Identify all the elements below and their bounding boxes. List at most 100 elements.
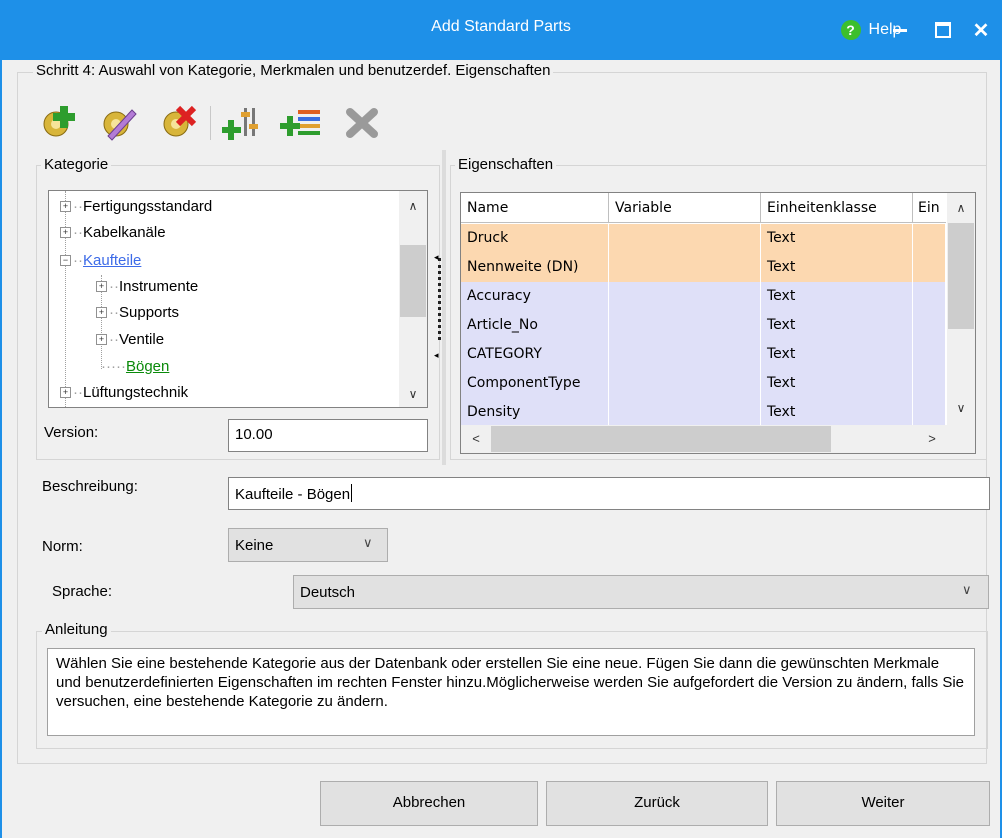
grid-vertical-scrollbar[interactable]: ∧ ∨ (947, 193, 975, 425)
cell-variable[interactable] (609, 224, 761, 253)
panel-splitter[interactable] (442, 150, 446, 465)
cell-name[interactable]: CATEGORY (461, 340, 609, 369)
tree-item-fertigungsstandard[interactable]: + ··Fertigungsstandard (60, 195, 212, 219)
tree-item-instrumente[interactable]: + ··Instrumente (96, 275, 198, 299)
expand-icon[interactable]: + (96, 306, 107, 318)
cell-einheit[interactable] (913, 369, 946, 398)
grid-row[interactable]: Article_No Text (461, 311, 946, 340)
title-bar: Add Standard Parts ? Help ✕ (0, 0, 1002, 60)
window-border-left (0, 60, 2, 838)
expand-icon[interactable]: + (96, 280, 107, 292)
expand-icon[interactable]: + (60, 226, 71, 238)
cell-name[interactable]: ComponentType (461, 369, 609, 398)
anleitung-text: Wählen Sie eine bestehende Kategorie aus… (47, 648, 975, 736)
scroll-left-icon[interactable]: < (463, 425, 489, 453)
scroll-right-icon[interactable]: > (919, 425, 945, 453)
properties-grid[interactable]: Name Variable Einheitenklasse Ein Druck T… (460, 192, 976, 454)
cell-einheit[interactable] (913, 311, 946, 340)
splitter-grip[interactable] (438, 258, 441, 340)
norm-select[interactable]: Keine ∨ (228, 528, 388, 562)
norm-value: Keine (235, 537, 274, 554)
minimize-icon (893, 28, 907, 32)
tree-item-lueftungstechnik[interactable]: + ··Lüftungstechnik (60, 381, 188, 405)
tree-scrollbar[interactable]: ∧ ∨ (399, 191, 427, 407)
cell-name[interactable]: Density (461, 398, 609, 426)
next-button[interactable]: Weiter (776, 781, 990, 826)
tree-item-ventile[interactable]: + ··Ventile (96, 328, 164, 352)
step-title: Schritt 4: Auswahl von Kategorie, Merkma… (33, 62, 554, 79)
cell-name[interactable]: Nennweite (DN) (461, 253, 609, 282)
column-header-name[interactable]: Name (461, 193, 609, 223)
splitter-arrow-left-icon[interactable]: ◂ (434, 350, 439, 361)
tree-item-supports[interactable]: + ··Supports (96, 301, 179, 325)
beschreibung-input[interactable]: Kaufteile - Bögen (228, 477, 990, 510)
tree-item-label: Bögen (125, 358, 170, 375)
cell-einheitenklasse[interactable]: Text (761, 311, 913, 340)
help-icon: ? (840, 20, 861, 40)
category-tree[interactable]: + ··Fertigungsstandard + ··Kabelkanäle − ··… (48, 190, 428, 408)
scroll-down-icon[interactable]: ∨ (947, 395, 975, 421)
cell-variable[interactable] (609, 311, 761, 340)
cell-variable[interactable] (609, 398, 761, 426)
splitter-arrow-left-icon[interactable]: ◂ (434, 252, 439, 263)
chevron-down-icon: ∨ (962, 582, 972, 597)
cell-einheitenklasse[interactable]: Text (761, 398, 913, 426)
cell-einheit[interactable] (913, 340, 946, 369)
add-category-button[interactable] (36, 100, 80, 144)
minimize-button[interactable] (880, 12, 920, 48)
cancel-button[interactable]: Abbrechen (320, 781, 538, 826)
cell-name[interactable]: Druck (461, 224, 609, 253)
column-header-variable[interactable]: Variable (609, 193, 761, 223)
column-header-einheit[interactable]: Ein (913, 193, 946, 223)
cell-einheitenklasse[interactable]: Text (761, 224, 913, 253)
cell-name[interactable]: Article_No (461, 311, 609, 340)
cell-variable[interactable] (609, 253, 761, 282)
scroll-down-icon[interactable]: ∨ (399, 381, 427, 407)
delete-category-button[interactable] (156, 100, 200, 144)
remove-button[interactable] (340, 100, 384, 144)
back-button[interactable]: Zurück (546, 781, 768, 826)
cell-einheitenklasse[interactable]: Text (761, 253, 913, 282)
cell-einheit[interactable] (913, 398, 946, 426)
edit-category-icon (103, 109, 137, 141)
grid-row[interactable]: CATEGORY Text (461, 340, 946, 369)
cell-einheitenklasse[interactable]: Text (761, 369, 913, 398)
grid-vscroll-thumb[interactable] (948, 223, 974, 329)
add-property-button[interactable] (280, 100, 324, 144)
expand-icon[interactable]: + (60, 200, 71, 212)
version-input[interactable]: 10.00 (228, 419, 428, 452)
collapse-icon[interactable]: − (60, 254, 71, 266)
grid-row[interactable]: Druck Text (461, 224, 946, 253)
grid-hscroll-thumb[interactable] (491, 426, 831, 452)
column-header-einheitenklasse[interactable]: Einheitenklasse (761, 193, 913, 223)
grid-row[interactable]: Density Text (461, 398, 946, 426)
grid-horizontal-scrollbar[interactable]: < > (461, 425, 975, 453)
cell-name[interactable]: Accuracy (461, 282, 609, 311)
tree-scroll-thumb[interactable] (400, 245, 426, 317)
scroll-up-icon[interactable]: ∧ (399, 193, 427, 219)
cell-einheitenklasse[interactable]: Text (761, 340, 913, 369)
cell-einheit[interactable] (913, 224, 946, 253)
grid-row[interactable]: Accuracy Text (461, 282, 946, 311)
sprache-select[interactable]: Deutsch ∨ (293, 575, 989, 609)
tree-item-kabelkanaele[interactable]: + ··Kabelkanäle (60, 221, 166, 245)
tree-item-boegen[interactable]: ·····Bögen (101, 355, 169, 379)
expand-icon[interactable]: + (60, 386, 71, 398)
edit-category-button[interactable] (96, 100, 140, 144)
beschreibung-value: Kaufteile - Bögen (235, 486, 351, 503)
cell-variable[interactable] (609, 282, 761, 311)
cell-einheitenklasse[interactable]: Text (761, 282, 913, 311)
cell-variable[interactable] (609, 369, 761, 398)
grid-row[interactable]: Nennweite (DN) Text (461, 253, 946, 282)
maximize-button[interactable] (926, 12, 960, 48)
add-feature-button[interactable] (221, 100, 266, 144)
scroll-up-icon[interactable]: ∧ (947, 195, 975, 221)
tree-item-kaufteile[interactable]: − ··Kaufteile (60, 249, 141, 273)
add-property-icon (280, 110, 320, 136)
cell-einheit[interactable] (913, 253, 946, 282)
close-button[interactable]: ✕ (964, 12, 998, 48)
cell-variable[interactable] (609, 340, 761, 369)
grid-row[interactable]: ComponentType Text (461, 369, 946, 398)
cell-einheit[interactable] (913, 282, 946, 311)
expand-icon[interactable]: + (96, 333, 107, 345)
